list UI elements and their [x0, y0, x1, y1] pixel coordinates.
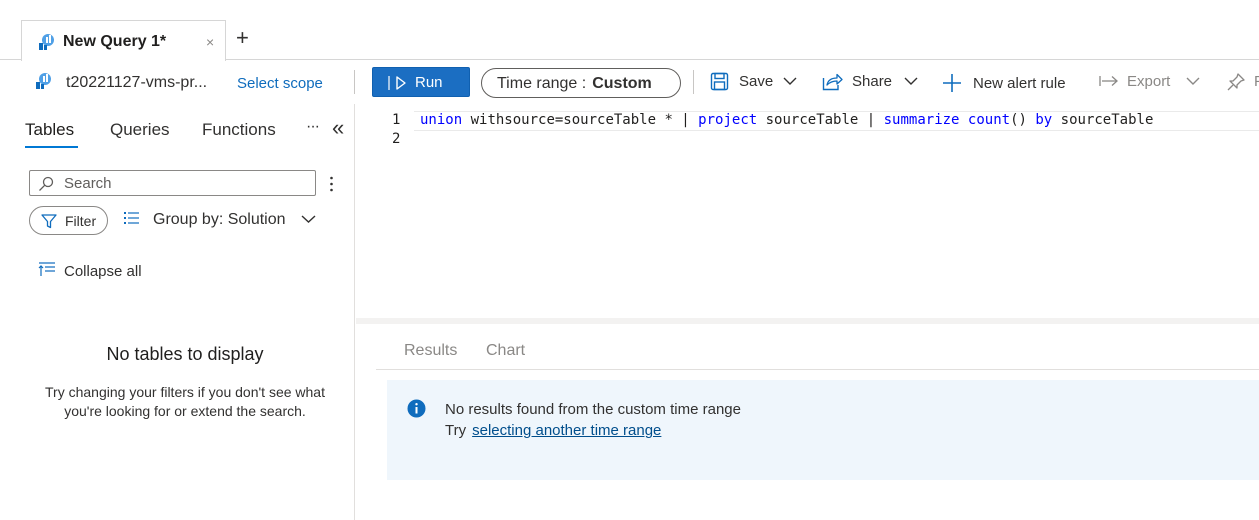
code-text: withsource=sourceTable * | — [462, 112, 699, 128]
code-keyword: count — [967, 112, 1011, 128]
play-icon — [388, 75, 408, 91]
no-results-message: No results found from the custom time ra… — [445, 401, 741, 418]
workspace-icon — [33, 71, 53, 91]
line-number: 2 — [392, 131, 401, 147]
try-prefix: Try — [445, 422, 467, 439]
schema-sidebar: Tables Queries Functions ··· « Search Fi… — [0, 104, 355, 520]
filter-button[interactable]: Filter — [29, 206, 108, 235]
chevron-down-icon[interactable] — [783, 76, 797, 86]
group-by-icon — [123, 211, 140, 226]
code-keyword: by — [1035, 112, 1053, 128]
close-tab-icon[interactable]: × — [206, 34, 214, 50]
export-arrow-icon — [1099, 75, 1119, 87]
time-range-label: Time range : — [497, 75, 587, 92]
workspace-name: t20221127-vms-pr... — [66, 74, 208, 91]
filter-icon — [41, 214, 57, 229]
query-editor[interactable]: 1 2 union withsource=sourceTable * | pro… — [356, 104, 1259, 318]
select-time-range-link[interactable]: selecting another time range — [472, 422, 661, 439]
code-text: () — [1010, 112, 1036, 128]
code-text: sourceTable — [1052, 112, 1154, 128]
chevron-down-icon — [1186, 76, 1200, 86]
active-tab-indicator — [25, 146, 78, 148]
run-button[interactable]: Run — [372, 67, 470, 97]
plus-icon[interactable] — [942, 73, 962, 93]
collapse-pane-icon[interactable]: « — [332, 115, 344, 141]
editor-results-splitter[interactable] — [356, 318, 1259, 324]
time-range-button[interactable]: Time range : Custom — [481, 68, 681, 98]
collapse-all-icon — [38, 262, 56, 278]
query-tab-new-query-1[interactable]: New Query 1* × — [21, 20, 226, 61]
search-input[interactable]: Search — [29, 170, 316, 196]
select-scope-link[interactable]: Select scope — [237, 75, 323, 92]
tab-title: New Query 1* — [63, 33, 167, 50]
search-placeholder: Search — [64, 175, 112, 192]
tab-results[interactable]: Results — [404, 342, 457, 360]
new-alert-rule-button[interactable]: New alert rule — [973, 75, 1066, 92]
collapse-all-button[interactable]: Collapse all — [64, 263, 142, 280]
pin-icon — [1226, 72, 1246, 92]
save-icon[interactable] — [710, 72, 729, 91]
export-button[interactable]: Export — [1127, 73, 1170, 90]
code-text: sourceTable | — [757, 112, 884, 128]
group-by-dropdown[interactable]: Group by: Solution — [153, 211, 286, 229]
time-range-value: Custom — [592, 75, 652, 92]
chevron-down-icon[interactable] — [904, 76, 918, 86]
code-keyword: union — [420, 112, 463, 128]
tab-functions[interactable]: Functions — [202, 120, 276, 140]
chevron-down-icon[interactable] — [301, 214, 316, 224]
share-button[interactable]: Share — [852, 73, 892, 90]
toolbar: t20221127-vms-pr... Select scope Run Tim… — [0, 60, 1259, 104]
filter-label: Filter — [65, 213, 97, 229]
pin-button: P — [1254, 73, 1259, 90]
query-code-line[interactable]: union withsource=sourceTable * | project… — [420, 112, 1153, 128]
run-label: Run — [415, 74, 443, 91]
toolbar-divider — [693, 70, 694, 94]
empty-state-description: Try changing your filters if you don't s… — [45, 384, 325, 419]
code-keyword: project — [698, 112, 758, 128]
no-results-message-bar: No results found from the custom time ra… — [387, 380, 1259, 480]
line-number: 1 — [392, 112, 401, 128]
share-icon[interactable] — [822, 72, 843, 91]
tab-chart[interactable]: Chart — [486, 342, 525, 360]
empty-state-title: No tables to display — [106, 344, 264, 364]
tab-queries[interactable]: Queries — [110, 120, 170, 140]
add-tab-button[interactable]: + — [236, 27, 249, 49]
info-icon — [407, 399, 426, 418]
toolbar-divider — [354, 70, 355, 94]
save-button[interactable]: Save — [739, 73, 773, 90]
tab-tables[interactable]: Tables — [25, 120, 74, 140]
search-icon — [38, 176, 54, 192]
more-options-icon[interactable]: ··· — [306, 118, 320, 136]
code-keyword: summarize — [883, 112, 960, 128]
log-analytics-icon — [36, 32, 56, 52]
results-tab-divider — [376, 369, 1259, 370]
search-options-icon[interactable] — [329, 176, 334, 192]
